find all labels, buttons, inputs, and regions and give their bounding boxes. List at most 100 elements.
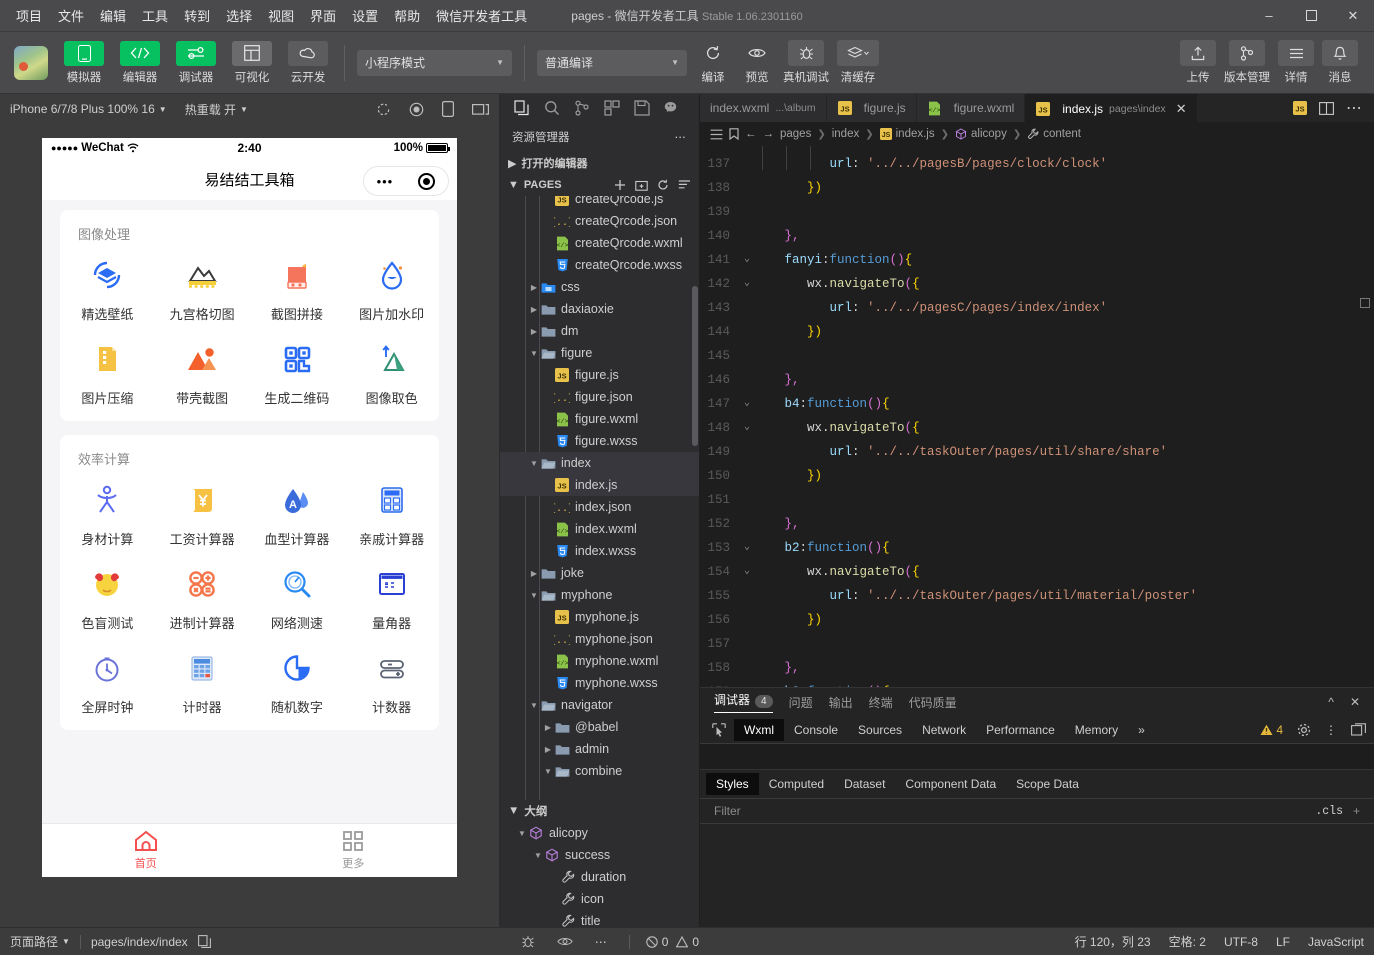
compile-button[interactable]: 编译: [695, 40, 731, 85]
hot-reload-selector[interactable]: 热重载 开 ▼: [185, 101, 248, 118]
search-icon[interactable]: [544, 100, 560, 116]
more-icon[interactable]: ⋯: [595, 935, 607, 949]
app-item-colorblind-test[interactable]: 色盲测试: [60, 562, 155, 632]
tree-folder-row[interactable]: ▶admin: [500, 738, 699, 760]
outline-row[interactable]: icon: [500, 888, 699, 910]
more-icon[interactable]: ⋯: [675, 130, 688, 144]
new-folder-icon[interactable]: [635, 179, 648, 191]
tree-file-row[interactable]: figure.wxss: [500, 430, 699, 452]
clear-cache-button[interactable]: 清缓存: [837, 40, 879, 85]
multi-screen-icon[interactable]: [472, 102, 489, 117]
style-tab-component-data[interactable]: Component Data: [895, 773, 1006, 795]
tree-folder-row[interactable]: ▼figure: [500, 342, 699, 364]
encoding-setting[interactable]: UTF-8: [1224, 935, 1258, 949]
app-item-grid-cut[interactable]: 九宫格切图: [155, 253, 250, 323]
record-icon[interactable]: [409, 102, 424, 117]
debugger-tab-debugger[interactable]: 调试器4: [714, 691, 773, 713]
debugger-tab-terminal[interactable]: 终端: [869, 694, 893, 711]
collapse-icon[interactable]: ^: [1328, 695, 1334, 709]
fold-chevron-icon[interactable]: ⌄: [744, 392, 750, 416]
close-icon[interactable]: ✕: [1176, 101, 1187, 117]
tree-file-row[interactable]: </>myphone.wxml: [500, 650, 699, 672]
editor-tab[interactable]: JSindex.jspages\index✕: [1025, 94, 1197, 122]
files-icon[interactable]: [514, 100, 530, 116]
devtools-tab-sources[interactable]: Sources: [848, 719, 912, 741]
devtools-tab-overflow[interactable]: »: [1128, 719, 1155, 741]
code-content[interactable]: url: '../../pagesB/pages/clock/clock' })…: [756, 146, 1374, 687]
breadcrumb-item-content[interactable]: content: [1027, 128, 1081, 140]
debugger-tab-problems[interactable]: 问题: [789, 694, 813, 711]
editor-tab[interactable]: index.wxml...\album: [700, 94, 827, 122]
tree-file-row[interactable]: {..}figure.json: [500, 386, 699, 408]
app-item-compress[interactable]: 图片压缩: [60, 337, 155, 407]
outline-row[interactable]: title: [500, 910, 699, 927]
extensions-icon[interactable]: [604, 100, 620, 116]
indent-setting[interactable]: 空格: 2: [1169, 933, 1206, 950]
tree-folder-row[interactable]: ▼combine: [500, 760, 699, 782]
tree-file-row[interactable]: JSmyphone.js: [500, 606, 699, 628]
toggle-debugger-button[interactable]: 调试器: [172, 41, 220, 85]
tree-file-row[interactable]: </>createQrcode.wxml: [500, 232, 699, 254]
app-item-watermark[interactable]: 图片加水印: [344, 253, 439, 323]
version-control-button[interactable]: 版本管理: [1224, 40, 1270, 85]
upload-button[interactable]: 上传: [1180, 40, 1216, 85]
style-tab-styles[interactable]: Styles: [706, 773, 759, 795]
toggle-cloud-button[interactable]: 云开发: [284, 41, 332, 85]
bookmark-icon[interactable]: [729, 128, 739, 140]
device-icon[interactable]: [442, 101, 454, 117]
app-item-protractor[interactable]: 量角器: [344, 562, 439, 632]
close-icon[interactable]: ✕: [1350, 695, 1360, 709]
menu-item-project[interactable]: 项目: [8, 2, 50, 29]
app-item-qrcode[interactable]: 生成二维码: [250, 337, 345, 407]
menu-item-ui[interactable]: 界面: [302, 2, 344, 29]
breadcrumb-item-indexjs[interactable]: JS index.js: [880, 128, 935, 140]
tab-more[interactable]: 更多: [250, 824, 458, 877]
devtools-tab-memory[interactable]: Memory: [1065, 719, 1128, 741]
rotate-icon[interactable]: [376, 102, 391, 117]
devtools-tab-performance[interactable]: Performance: [976, 719, 1065, 741]
style-tab-computed[interactable]: Computed: [759, 773, 834, 795]
tree-folder-row[interactable]: ▶css: [500, 276, 699, 298]
editor-scrollbar[interactable]: [1360, 298, 1374, 320]
tree-folder-row[interactable]: ▼index: [500, 452, 699, 474]
app-item-wallpaper[interactable]: 精选壁纸: [60, 253, 155, 323]
filter-input[interactable]: Filter: [714, 804, 741, 818]
code-editor[interactable]: 137138139140141⌄142⌄143144145146147⌄148⌄…: [700, 146, 1374, 687]
tree-file-row[interactable]: createQrcode.wxss: [500, 254, 699, 276]
fold-chevron-icon[interactable]: ⌄: [744, 680, 750, 687]
toggle-editor-button[interactable]: 编辑器: [116, 41, 164, 85]
kebab-icon[interactable]: ⋮: [1325, 723, 1337, 737]
app-item-fullscreen-clock[interactable]: 全屏时钟: [60, 646, 155, 716]
cursor-position[interactable]: 行 120，列 23: [1075, 933, 1151, 950]
mode-select[interactable]: 小程序模式 ▼: [357, 50, 512, 76]
pages-section-header[interactable]: ▼ PAGES: [500, 174, 699, 196]
cls-button[interactable]: .cls: [1315, 805, 1343, 818]
tree-folder-row[interactable]: ▶joke: [500, 562, 699, 584]
eye-icon[interactable]: [557, 936, 573, 947]
tree-file-row[interactable]: myphone.wxss: [500, 672, 699, 694]
wxml-tree-area[interactable]: [700, 744, 1374, 770]
devtools-tab-console[interactable]: Console: [784, 719, 848, 741]
app-item-speedtest[interactable]: 网络测速: [250, 562, 345, 632]
tree-folder-row[interactable]: ▶@babel: [500, 716, 699, 738]
miniprogram-icon[interactable]: [664, 101, 681, 115]
menu-item-help[interactable]: 帮助: [386, 2, 428, 29]
app-item-counter[interactable]: 计数器: [344, 646, 439, 716]
compile-select[interactable]: 普通编译 ▼: [537, 50, 687, 76]
split-editor-icon[interactable]: [1319, 102, 1334, 115]
toggle-visual-button[interactable]: 可视化: [228, 41, 276, 85]
fold-chevron-icon[interactable]: ⌄: [744, 272, 750, 296]
tree-file-row[interactable]: JScreateQrcode.js: [500, 196, 699, 210]
fold-chevron-icon[interactable]: ⌄: [744, 248, 750, 272]
minimize-icon[interactable]: –: [1248, 0, 1290, 32]
app-item-timer[interactable]: 计时器: [155, 646, 250, 716]
menu-item-tools[interactable]: 工具: [134, 2, 176, 29]
tree-file-row[interactable]: </>figure.wxml: [500, 408, 699, 430]
editor-tab[interactable]: </>figure.wxml: [917, 94, 1026, 122]
preview-button[interactable]: 预览: [739, 40, 775, 85]
tree-folder-row[interactable]: ▼navigator: [500, 694, 699, 716]
outline-row[interactable]: ▼alicopy: [500, 822, 699, 844]
capsule-button[interactable]: •••: [363, 166, 449, 196]
refresh-icon[interactable]: [657, 179, 669, 191]
app-item-random-number[interactable]: 随机数字: [250, 646, 345, 716]
